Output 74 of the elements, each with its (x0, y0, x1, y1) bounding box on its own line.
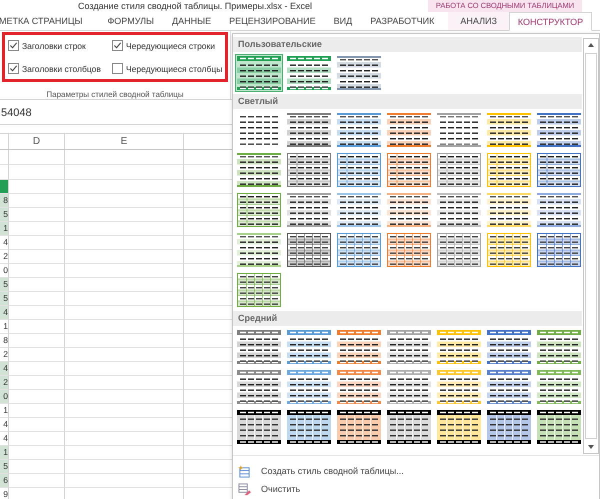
formula-bar[interactable]: 54048 (0, 107, 32, 119)
table-cell (9, 292, 65, 306)
gallery-section-header: Светлый (233, 94, 582, 109)
table-style-thumbnail[interactable] (235, 54, 283, 92)
table-cell (9, 320, 65, 334)
menu-item[interactable]: Создать стиль сводной таблицы... (233, 462, 599, 480)
table-cell: 2 (0, 376, 9, 390)
table-cell: 8 (0, 194, 9, 208)
ribbon-tab[interactable]: РЕЦЕНЗИРОВАНИЕ (220, 12, 325, 30)
table-cell (9, 446, 65, 460)
table-cell: 5 (0, 278, 9, 292)
table-cell (9, 264, 65, 278)
table-cell: 4 (0, 362, 9, 376)
table-cell: 1 (0, 446, 9, 460)
gallery-section-header: Пользовательские (233, 37, 582, 52)
ribbon-tab[interactable]: ВИД (324, 12, 362, 30)
table-cell (9, 208, 65, 222)
eraser-icon (238, 482, 251, 496)
table-cell (9, 194, 65, 208)
checkbox[interactable] (112, 40, 123, 51)
table-cell (9, 362, 65, 376)
checkbox-label: Чередующиеся строки (126, 40, 215, 50)
table-cell (9, 390, 65, 404)
table-cell (9, 165, 65, 180)
checkbox[interactable] (112, 63, 123, 74)
new-style-icon (238, 464, 251, 478)
column-header[interactable]: E (65, 134, 184, 149)
table-cell: 4 (0, 306, 9, 320)
table-cell (9, 278, 65, 292)
table-cell: 4 (0, 236, 9, 250)
table-cell (9, 376, 65, 390)
column-header[interactable]: D (9, 134, 65, 149)
group-label: Параметры стилей сводной таблицы (45, 90, 185, 99)
ribbon-tab[interactable]: ФОРМУЛЫ (98, 12, 163, 30)
table-cell: 1 (0, 222, 9, 236)
ribbon-tab[interactable]: ДАННЫЕ (163, 12, 220, 30)
menu-item[interactable]: Очистить (233, 480, 599, 498)
checkbox-label: Заголовки строк (22, 40, 86, 50)
table-cell: 2 (0, 250, 9, 264)
window-title: Создание стиля сводной таблицы. Примеры.xlsx - Excel (78, 1, 312, 11)
table-cell: 0 (0, 390, 9, 404)
table-cell (9, 418, 65, 432)
table-cell (9, 250, 65, 264)
table-cell: 1 (0, 404, 9, 418)
table-cell (9, 180, 65, 194)
checkbox-label: Заголовки столбцов (22, 64, 101, 74)
table-cell: 8 (0, 334, 9, 348)
ribbon-tab[interactable]: АНАЛИЗ (448, 12, 509, 30)
table-cell: 5 (0, 208, 9, 222)
scroll-thumb[interactable] (585, 53, 597, 439)
checkbox-label: Чередующиеся столбцы (126, 64, 222, 74)
ribbon-tab[interactable]: РАЗРАБОТЧИК (361, 12, 438, 30)
ribbon-tab[interactable]: КОНСТРУКТОР (508, 12, 592, 31)
table-cell: 9 (0, 488, 9, 499)
table-cell: 6 (0, 474, 9, 488)
table-cell (9, 474, 65, 488)
table-cell (9, 236, 65, 250)
table-cell (9, 432, 65, 446)
table-cell: 1 (0, 320, 9, 334)
checkbox[interactable] (8, 63, 19, 74)
table-cell (9, 306, 65, 320)
table-cell (9, 460, 65, 474)
table-cell: 4 (0, 418, 9, 432)
table-cell (9, 222, 65, 236)
table-cell (9, 348, 65, 362)
gallery-section-header: Средний (233, 311, 582, 326)
scrollbar[interactable] (583, 38, 599, 454)
table-cell: 5 (0, 460, 9, 474)
checkbox[interactable] (8, 40, 19, 51)
table-cell (9, 404, 65, 418)
table-cell: 5 (0, 292, 9, 306)
table-cell (9, 334, 65, 348)
ribbon-tab[interactable]: МЕТКА СТРАНИЦЫ (0, 12, 92, 30)
header-cell (0, 180, 9, 194)
